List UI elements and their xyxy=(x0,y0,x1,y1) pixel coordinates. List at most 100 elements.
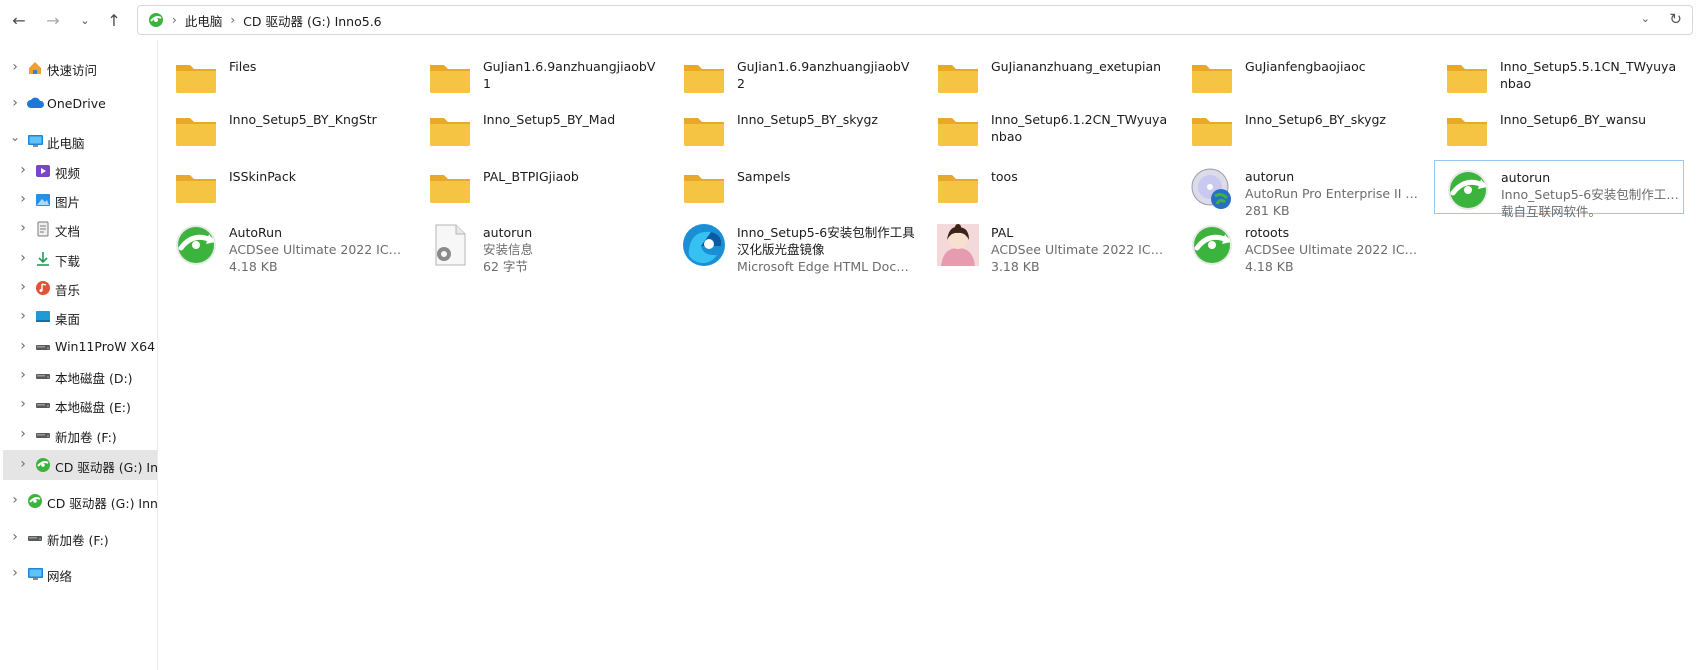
portrait-icon xyxy=(935,222,981,268)
file-size: 62 字节 xyxy=(483,259,528,274)
file-name: Inno_Setup5_BY_Mad xyxy=(483,112,616,127)
file-type: Microsoft Edge HTML Docum... xyxy=(737,259,915,274)
music-icon xyxy=(35,280,52,296)
file-rotoots[interactable]: rotoots ACDSee Ultimate 2022 ICO Im... 4.1… xyxy=(1179,216,1429,274)
chevron-right-icon[interactable]: › xyxy=(18,308,28,324)
file-name: autorun xyxy=(1501,170,1551,185)
folder-gujiananzhuang-exetupian[interactable]: GuJiananzhuang_exetupian xyxy=(925,50,1175,104)
sidebar-item-11[interactable]: › 本地磁盘 (D:) xyxy=(0,361,157,391)
sidebar-item-2[interactable]: › OneDrive xyxy=(0,89,157,119)
refresh-icon[interactable]: ↻ xyxy=(1669,10,1682,28)
up-button[interactable]: ↑ xyxy=(101,8,127,32)
chevron-right-icon[interactable]: › xyxy=(10,492,20,508)
file-autorun[interactable]: autorun 安装信息 62 字节 xyxy=(417,216,667,274)
chevron-right-icon[interactable]: › xyxy=(18,279,28,295)
sidebar-item-label: OneDrive xyxy=(47,96,106,111)
folder-inno-setup5-by-skygz[interactable]: Inno_Setup5_BY_skygz xyxy=(671,103,921,157)
sidebar-item-4[interactable]: › 视频 xyxy=(0,156,157,186)
chevron-down-icon[interactable]: ⌄ xyxy=(10,130,20,144)
folder-icon xyxy=(935,107,981,153)
chevron-right-icon[interactable]: › xyxy=(18,162,28,178)
file-autorun[interactable]: autorun Inno_Setup5-6安装包制作工具... 载自互联网软件。 xyxy=(1434,160,1684,219)
folder-pal-btpigjiaob[interactable]: PAL_BTPIGjiaob xyxy=(417,160,667,214)
folder-toos[interactable]: toos xyxy=(925,160,1175,214)
folder-gujian1-6-9anzhuangjiaobv1[interactable]: GuJian1.6.9anzhuangjiaobV1 xyxy=(417,50,667,104)
breadcrumb-this-pc[interactable]: 此电脑 xyxy=(185,11,223,30)
chevron-right-icon[interactable]: › xyxy=(18,250,28,266)
folder-gujianfengbaojiaoc[interactable]: GuJianfengbaojiaoc xyxy=(1179,50,1429,104)
file-name: Sampels xyxy=(737,169,791,184)
back-button[interactable]: ← xyxy=(6,8,32,32)
file-size: 载自互联网软件。 xyxy=(1501,204,1602,219)
chevron-right-icon[interactable]: › xyxy=(10,565,20,581)
chevron-right-icon[interactable]: › xyxy=(10,95,20,111)
chevron-right-icon[interactable]: › xyxy=(18,456,28,472)
chevron-right-icon[interactable]: › xyxy=(10,59,20,75)
sidebar-item-9[interactable]: › 桌面 xyxy=(0,302,157,332)
sidebar-item-5[interactable]: › 图片 xyxy=(0,185,157,215)
recent-locations-button[interactable]: ⌄ xyxy=(72,8,98,32)
sidebar-item-14[interactable]: › CD 驱动器 (G:) In xyxy=(3,450,157,480)
folder-inno-setup5-by-mad[interactable]: Inno_Setup5_BY_Mad xyxy=(417,103,667,157)
file-name: autorun xyxy=(483,225,533,240)
chevron-right-icon[interactable]: › xyxy=(18,396,28,412)
sidebar-item-10[interactable]: › Win11ProW X64 xyxy=(0,332,157,362)
breadcrumb-separator: › xyxy=(172,13,177,27)
file-name: GuJiananzhuang_exetupian xyxy=(991,59,1162,74)
address-bar[interactable]: › 此电脑 › CD 驱动器 (G:) Inno5.6 ⌄ ↻ xyxy=(137,5,1693,35)
sidebar-item-7[interactable]: › 下载 xyxy=(0,244,157,274)
file-type: 安装信息 xyxy=(483,242,534,257)
folder-icon xyxy=(935,164,981,210)
file-name: PAL xyxy=(991,225,1014,240)
sidebar-item-17[interactable]: › 网络 xyxy=(0,559,157,589)
file-autorun[interactable]: AutoRun ACDSee Ultimate 2022 ICO Im... 4.1… xyxy=(163,216,413,274)
file-type: ACDSee Ultimate 2022 ICO Im... xyxy=(229,242,407,257)
folder-icon xyxy=(173,107,219,153)
drive-icon xyxy=(35,427,52,443)
chevron-right-icon[interactable]: › xyxy=(18,338,28,354)
file-inno-setup5-6[interactable]: Inno_Setup5-6安装包制作工具汉化版光盘镜像 Microsoft Edg… xyxy=(671,216,921,274)
folder-files[interactable]: Files xyxy=(163,50,413,104)
file-size: 4.18 KB xyxy=(229,259,278,274)
folder-inno-setup6-by-wansu[interactable]: Inno_Setup6_BY_wansu xyxy=(1434,103,1684,157)
sidebar-item-16[interactable]: › 新加卷 (F:) xyxy=(0,523,157,553)
arrow-left-icon: ← xyxy=(12,10,26,30)
file-pal[interactable]: PAL ACDSee Ultimate 2022 ICO Im... 3.18 KB xyxy=(925,216,1175,274)
file-autorun[interactable]: autorun AutoRun Pro Enterprise II Proj...… xyxy=(1179,160,1429,218)
folder-icon xyxy=(173,54,219,100)
green-cd-icon xyxy=(1189,222,1235,268)
folder-isskinpack[interactable]: ISSkinPack xyxy=(163,160,413,214)
drive-icon xyxy=(27,530,44,546)
address-dropdown-icon[interactable]: ⌄ xyxy=(1641,12,1650,25)
folder-sampels[interactable]: Sampels xyxy=(671,160,921,214)
sidebar-item-1[interactable]: › 快速访问 xyxy=(0,53,157,83)
chevron-right-icon[interactable]: › xyxy=(18,191,28,207)
file-name: Inno_Setup5.5.1CN_TWyuyanbao xyxy=(1500,59,1677,91)
folder-inno-setup6-1-2cn-twyuyanbao[interactable]: Inno_Setup6.1.2CN_TWyuyanbao xyxy=(925,103,1175,157)
chevron-right-icon[interactable]: › xyxy=(18,220,28,236)
sidebar-item-label: 文档 xyxy=(55,224,81,239)
sidebar-item-label: 快速访问 xyxy=(47,63,98,78)
folder-gujian1-6-9anzhuangjiaobv2[interactable]: GuJian1.6.9anzhuangjiaobV2 xyxy=(671,50,921,104)
sidebar-item-8[interactable]: › 音乐 xyxy=(0,273,157,303)
desktop-icon xyxy=(35,309,52,325)
folder-inno-setup5-by-kngstr[interactable]: Inno_Setup5_BY_KngStr xyxy=(163,103,413,157)
sidebar-item-13[interactable]: › 新加卷 (F:) xyxy=(0,420,157,450)
sidebar-item-12[interactable]: › 本地磁盘 (E:) xyxy=(0,390,157,420)
chevron-right-icon[interactable]: › xyxy=(18,367,28,383)
arrow-up-icon: ↑ xyxy=(107,10,121,30)
sidebar-item-3[interactable]: ⌄ 此电脑 xyxy=(0,126,157,156)
folder-inno-setup5-5-1cn-twyuyanbao[interactable]: Inno_Setup5.5.1CN_TWyuyanbao xyxy=(1434,50,1684,104)
forward-button[interactable]: → xyxy=(40,8,66,32)
chevron-right-icon[interactable]: › xyxy=(10,529,20,545)
breadcrumb-cd-drive[interactable]: CD 驱动器 (G:) Inno5.6 xyxy=(243,11,381,30)
cd-icon xyxy=(27,493,44,509)
sidebar-item-15[interactable]: › CD 驱动器 (G:) Inno xyxy=(0,486,157,516)
sidebar-item-6[interactable]: › 文档 xyxy=(0,214,157,244)
folder-inno-setup6-by-skygz[interactable]: Inno_Setup6_BY_skygz xyxy=(1179,103,1429,157)
arrow-right-icon: → xyxy=(46,10,60,30)
folder-icon xyxy=(1189,107,1235,153)
folder-icon xyxy=(427,164,473,210)
drive-icon xyxy=(35,368,52,384)
chevron-right-icon[interactable]: › xyxy=(18,426,28,442)
